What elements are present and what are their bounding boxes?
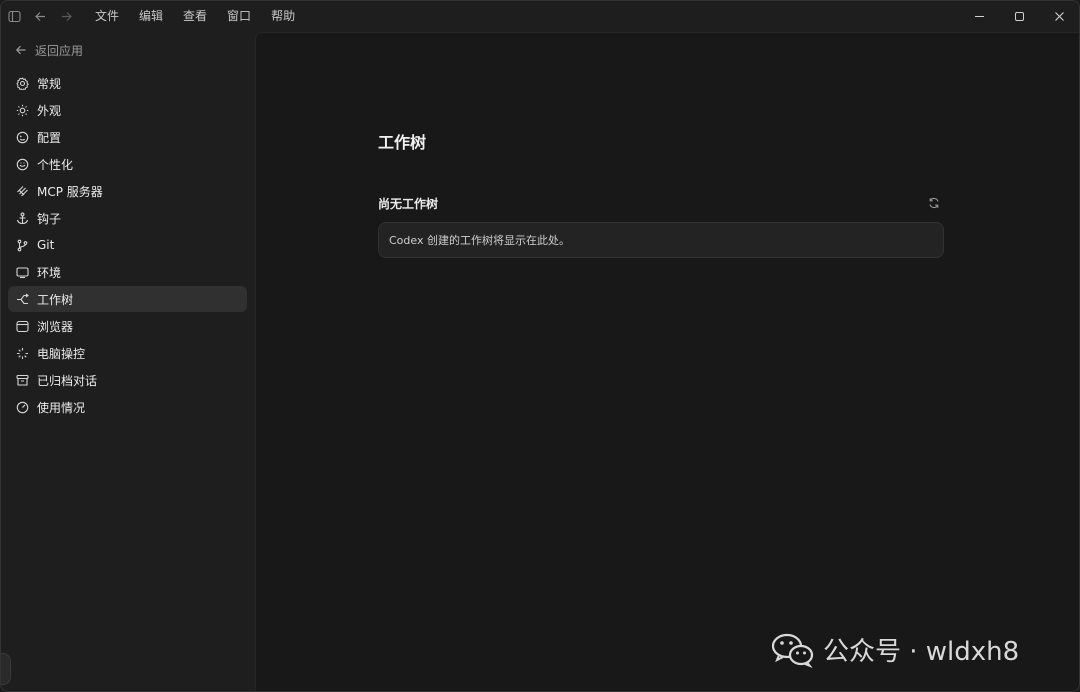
sidebar-item-appearance[interactable]: 外观 (8, 97, 247, 123)
sidebar-item-label: 个性化 (37, 157, 74, 172)
menu-edit[interactable]: 编辑 (129, 1, 173, 32)
sidebar-item-environment[interactable]: 环境 (8, 259, 247, 285)
sidebar-item-mcp[interactable]: MCP 服务器 (8, 178, 247, 204)
title-bar: 文件 编辑 查看 窗口 帮助 (1, 1, 1079, 32)
minimize-icon[interactable] (959, 1, 999, 32)
back-arrow-icon (15, 44, 29, 56)
sidebar-item-config[interactable]: 配置 (8, 124, 247, 150)
sidebar-item-browser[interactable]: 浏览器 (8, 313, 247, 339)
empty-message: Codex 创建的工作树将显示在此处。 (389, 234, 570, 247)
menu-view[interactable]: 查看 (173, 1, 217, 32)
sidebar-item-label: 已归档对话 (37, 373, 98, 388)
personalize-icon (15, 157, 29, 171)
sidebar-item-hooks[interactable]: 钩子 (8, 205, 247, 231)
forward-arrow-icon[interactable] (55, 6, 77, 28)
refresh-icon[interactable] (926, 195, 942, 211)
archive-icon (15, 373, 29, 387)
sidebar-item-worktrees[interactable]: 工作树 (8, 286, 247, 312)
watermark-text: 公众号 · wldxh8 (823, 637, 1020, 667)
sidebar-item-label: 常规 (37, 76, 62, 91)
section-title: 尚无工作树 (378, 197, 439, 211)
config-icon (15, 130, 29, 144)
maximize-icon[interactable] (999, 1, 1039, 32)
anchor-icon (15, 211, 29, 225)
worktree-icon (15, 292, 29, 306)
browser-icon (15, 319, 29, 333)
menu-help[interactable]: 帮助 (261, 1, 305, 32)
close-icon[interactable] (1039, 1, 1079, 32)
sun-icon (15, 103, 29, 117)
menu-file[interactable]: 文件 (85, 1, 129, 32)
sidebar-item-label: 使用情况 (37, 400, 86, 415)
sparkle-icon (15, 346, 29, 360)
mcp-icon (15, 184, 29, 198)
sidebar-item-label: 浏览器 (37, 319, 74, 334)
sidebar-item-personalization[interactable]: 个性化 (8, 151, 247, 177)
sidebar-item-label: 电脑操控 (37, 346, 86, 361)
monitor-icon (15, 265, 29, 279)
settings-main-panel: 工作树 尚无工作树 Codex 创建的工作树将显示在此处。 (255, 32, 1079, 691)
sidebar-item-label: Git (37, 238, 55, 252)
app-window: 文件 编辑 查看 窗口 帮助 返回应用 常规 外观 配置 个性化 MCP 服务器… (0, 0, 1080, 692)
gauge-icon (15, 400, 29, 414)
sidebar-item-usage[interactable]: 使用情况 (8, 394, 247, 420)
menu-bar: 文件 编辑 查看 窗口 帮助 (85, 1, 305, 32)
sidebar-item-git[interactable]: Git (8, 232, 247, 258)
git-branch-icon (15, 238, 29, 252)
corner-handle (1, 653, 11, 685)
sidebar-item-archived[interactable]: 已归档对话 (8, 367, 247, 393)
sidebar-item-label: 外观 (37, 103, 62, 118)
sidebar-item-label: 钩子 (37, 211, 62, 226)
wechat-logo-icon (771, 633, 814, 668)
sidebar-toggle-icon[interactable] (3, 6, 25, 28)
back-to-app-link[interactable]: 返回应用 (15, 38, 255, 62)
menu-window[interactable]: 窗口 (217, 1, 261, 32)
sidebar-item-label: 环境 (37, 265, 62, 280)
back-arrow-icon[interactable] (29, 6, 51, 28)
sidebar-item-computer-control[interactable]: 电脑操控 (8, 340, 247, 366)
sidebar-item-label: MCP 服务器 (37, 184, 103, 199)
settings-sidebar: 返回应用 常规 外观 配置 个性化 MCP 服务器 钩子 Git 环境 工作树 … (1, 32, 255, 691)
sidebar-item-label: 工作树 (37, 292, 74, 307)
sidebar-item-label: 配置 (37, 130, 62, 145)
page-title: 工作树 (378, 133, 427, 152)
sidebar-item-general[interactable]: 常规 (8, 70, 247, 96)
empty-worktrees-card: Codex 创建的工作树将显示在此处。 (378, 222, 944, 258)
back-label: 返回应用 (35, 43, 84, 58)
gear-icon (15, 76, 29, 90)
watermark: 公众号 · wldxh8 (771, 631, 1019, 668)
